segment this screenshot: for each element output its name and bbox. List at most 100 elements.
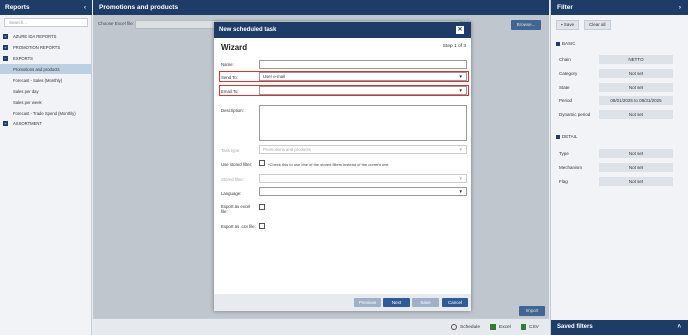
filter-value-chain[interactable]: NETTO	[599, 55, 673, 64]
dropdown-caret-icon: ▼	[458, 88, 463, 93]
tree-item-promotions-and-products[interactable]: Promotions and products	[0, 64, 92, 74]
description-textarea[interactable]	[259, 105, 467, 141]
csv-button[interactable]: CSV	[521, 324, 539, 330]
filter-value-state[interactable]: Not set	[599, 83, 673, 92]
language-label: Language:	[221, 191, 242, 196]
search-input[interactable]: Search...	[4, 18, 88, 27]
basic-section-header[interactable]: BASIC	[556, 41, 576, 46]
collapse-icon	[556, 134, 560, 139]
export-csv-label: Export as .csv file:	[221, 224, 256, 229]
wizard-heading: Wizard	[221, 43, 248, 52]
dropdown-caret-icon: ▼	[458, 176, 463, 181]
main-header: Promotions and products	[93, 0, 549, 15]
expand-icon[interactable]: +	[3, 44, 8, 50]
name-input[interactable]	[259, 60, 467, 69]
sidebar-title: Reports	[5, 4, 30, 11]
filter-label-mechanism: Mechanism	[559, 165, 583, 170]
csv-label: CSV	[529, 324, 539, 330]
send-to-label: Send To:	[221, 75, 238, 80]
use-stored-filter-label: Use stored filter:	[221, 162, 253, 167]
filter-label-type: Type	[559, 151, 569, 156]
close-icon[interactable]: ✕	[456, 26, 464, 34]
tree-item-label: Sales per day	[13, 88, 39, 94]
schedule-label: Schedule	[460, 324, 481, 330]
tree-item-sales-per-week[interactable]: Sales per week	[0, 97, 92, 107]
filter-value-category[interactable]: Not set	[599, 69, 673, 78]
save-filter-button[interactable]: ▪ Save	[556, 20, 580, 30]
language-select[interactable]: ▼	[259, 187, 467, 196]
filter-header: Filter ›	[551, 0, 688, 15]
cancel-button[interactable]: Cancel	[442, 298, 468, 307]
export-excel-checkbox[interactable]	[259, 204, 265, 210]
tree-item-label: Forecast - Sales (Monthly)	[13, 77, 63, 83]
dialog-title: New scheduled task	[219, 27, 277, 33]
tree-item-exports[interactable]: − EXPORTS	[0, 53, 92, 63]
filter-label-period: Period	[559, 98, 573, 103]
task-type-label: Task type:	[221, 148, 241, 153]
tree-item-label: Sales per week	[13, 99, 42, 105]
email-to-select[interactable]: ▼	[259, 86, 467, 95]
clear-all-button[interactable]: Clear all	[584, 20, 611, 30]
dropdown-caret-icon: ▼	[458, 189, 463, 194]
save-label: Save	[563, 22, 575, 27]
tree-item-forecast-trade-spend[interactable]: Forecast - Trade Spend (Monthly)	[0, 108, 92, 118]
tree-item-assortment[interactable]: + ASSORTMENT	[0, 118, 92, 128]
filter-value-dynamic-period[interactable]: Not set	[599, 110, 673, 119]
dialog-title-bar: New scheduled task ✕	[214, 22, 471, 38]
tree-item-sales-per-day[interactable]: Sales per day	[0, 86, 92, 96]
page-title: Promotions and products	[99, 4, 179, 11]
use-stored-filter-hint: *Check this to use one of the stored fil…	[268, 162, 390, 167]
filter-value-type[interactable]: Not set	[599, 149, 673, 158]
previous-button[interactable]: Previous	[354, 298, 381, 307]
filter-title: Filter	[557, 4, 573, 11]
expand-icon[interactable]: +	[3, 120, 8, 126]
expand-icon[interactable]: +	[3, 33, 8, 39]
collapse-icon[interactable]: −	[3, 55, 8, 61]
use-stored-filter-checkbox[interactable]	[259, 160, 265, 166]
clock-icon	[451, 324, 457, 330]
name-label: Name:	[221, 62, 234, 67]
send-to-value: User e-mail	[263, 74, 285, 79]
tree-item-azure-ida-reports[interactable]: + AZURE IDA REPORTS	[0, 31, 92, 41]
filter-label-flag: Flag	[559, 179, 568, 184]
saved-filters-bar[interactable]: Saved filters ˄	[551, 320, 688, 335]
next-button[interactable]: Next	[383, 298, 410, 307]
collapse-icon	[556, 41, 560, 46]
main-footer: Schedule Excel CSV	[93, 318, 549, 335]
description-label: Description:	[221, 108, 244, 113]
tree-item-label: AZURE IDA REPORTS	[13, 33, 57, 39]
export-csv-checkbox[interactable]	[259, 223, 265, 229]
sidebar-header: Reports ‹	[0, 0, 92, 15]
collapse-right-icon[interactable]: ›	[679, 4, 681, 11]
filter-panel: Filter › ▪ Save Clear all BASIC Chain NE…	[550, 0, 688, 335]
dialog-footer: Previous Next Save Cancel	[214, 294, 471, 311]
stored-filter-label: Stored filter:	[221, 177, 245, 182]
filter-value-mechanism[interactable]: Not set	[599, 163, 673, 172]
filter-value-flag[interactable]: Not set	[599, 177, 673, 186]
detail-section-header[interactable]: DETAIL	[556, 134, 577, 139]
csv-icon	[521, 324, 526, 330]
schedule-button[interactable]: Schedule	[451, 324, 480, 330]
filter-value-period[interactable]: 08/01/2025 to 08/31/2025	[599, 96, 673, 105]
tree-item-forecast-sales[interactable]: Forecast - Sales (Monthly)	[0, 75, 92, 85]
email-to-label: Email To:	[221, 89, 239, 94]
filter-label-category: Category	[559, 71, 578, 76]
task-type-select[interactable]: Promotions and products ▼	[259, 145, 467, 154]
chevron-up-icon: ˄	[677, 324, 681, 330]
saved-filters-title: Saved filters	[557, 324, 593, 330]
excel-label: Excel	[499, 324, 511, 330]
tree-item-label: EXPORTS	[13, 55, 33, 61]
section-title: DETAIL	[562, 134, 578, 139]
send-to-select[interactable]: User e-mail ▼	[259, 72, 467, 81]
section-title: BASIC	[562, 41, 576, 46]
tree-item-promotion-reports[interactable]: + PROMOTION REPORTS	[0, 42, 92, 52]
excel-button[interactable]: Excel	[490, 324, 511, 330]
step-indicator: Step 1 of 3	[442, 44, 466, 49]
task-type-value: Promotions and products	[263, 147, 311, 152]
dropdown-caret-icon: ▼	[458, 147, 463, 152]
filter-label-dynamic-period: Dynamic period	[559, 112, 591, 117]
collapse-left-icon[interactable]: ‹	[84, 5, 86, 11]
excel-icon	[490, 324, 496, 330]
save-button[interactable]: Save	[412, 298, 439, 307]
stored-filter-select[interactable]: ▼	[259, 174, 467, 183]
